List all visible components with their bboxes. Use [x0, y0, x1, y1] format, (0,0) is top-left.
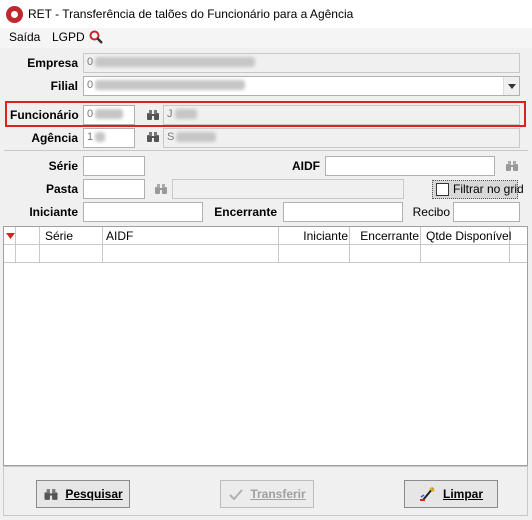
agencia-name: S [167, 131, 175, 143]
funcionario-code: 0 [87, 108, 94, 120]
app-logo-icon [6, 6, 23, 23]
filtrar-no-grid-checkbox[interactable] [436, 183, 449, 196]
column-header-iniciante[interactable]: Iniciante [282, 229, 348, 243]
filial-select[interactable]: 0 [83, 76, 520, 96]
agencia-code: 1 [87, 131, 94, 143]
column-header-qtde-disponivel[interactable]: Qtde Disponível [426, 229, 511, 243]
serie-input[interactable] [83, 156, 145, 176]
iniciante-label: Iniciante [29, 205, 78, 219]
empresa-select[interactable]: 0 [83, 53, 520, 73]
agencia-binoculars-icon[interactable] [146, 131, 160, 143]
pasta-input[interactable] [83, 179, 145, 199]
encerrante-label: Encerrante [214, 205, 277, 219]
aidf-binoculars-icon[interactable] [505, 160, 519, 172]
aidf-input[interactable] [325, 156, 495, 176]
serie-label: Série [48, 159, 78, 173]
eraser-icon [419, 487, 435, 501]
binoculars-icon [44, 488, 58, 500]
agencia-code-input[interactable]: 1 [83, 128, 135, 148]
empresa-value: 0 [87, 56, 94, 68]
pasta-binoculars-icon[interactable] [154, 183, 168, 195]
window-title: RET - Transferência de talões do Funcion… [28, 7, 354, 21]
pesquisar-label: Pesquisar [65, 487, 123, 501]
funcionario-binoculars-icon[interactable] [146, 109, 160, 121]
checkmark-icon [229, 488, 244, 500]
transferir-label: Transferir [250, 487, 306, 501]
filial-label: Filial [50, 79, 78, 93]
pasta-label: Pasta [45, 182, 78, 196]
sort-indicator-icon[interactable] [6, 233, 15, 239]
column-header-serie[interactable]: Série [45, 229, 73, 243]
search-icon[interactable] [89, 30, 103, 44]
menu-item-lgpd[interactable]: LGPD [52, 30, 85, 44]
recibo-label: Recibo [412, 205, 450, 219]
transferir-button[interactable]: Transferir [220, 480, 314, 508]
funcionario-label: Funcionário [10, 108, 79, 122]
funcionario-code-input[interactable]: 0 [83, 105, 135, 125]
agencia-name-input: S [163, 128, 520, 148]
column-header-encerrante[interactable]: Encerrante [353, 229, 419, 243]
aidf-label: AIDF [292, 159, 320, 173]
funcionario-name-input: J [163, 105, 520, 125]
filtrar-no-grid-label: Filtrar no grid [453, 182, 524, 196]
agencia-label: Agência [31, 131, 78, 145]
limpar-button[interactable]: Limpar [404, 480, 498, 508]
encerrante-input[interactable] [283, 202, 403, 222]
filial-dropdown-arrow-icon[interactable] [503, 77, 519, 95]
limpar-label: Limpar [442, 487, 483, 501]
column-header-aidf[interactable]: AIDF [106, 229, 133, 243]
filial-value: 0 [87, 79, 94, 91]
pasta-description [172, 179, 404, 199]
section-divider [4, 150, 528, 151]
funcionario-name: J [167, 108, 173, 120]
talao-grid[interactable]: Série AIDF Iniciante Encerrante Qtde Dis… [3, 226, 528, 466]
menu-item-saida[interactable]: Saída [9, 30, 40, 44]
pesquisar-button[interactable]: Pesquisar [36, 480, 130, 508]
empresa-label: Empresa [27, 56, 78, 70]
iniciante-input[interactable] [83, 202, 203, 222]
recibo-input[interactable] [453, 202, 520, 222]
